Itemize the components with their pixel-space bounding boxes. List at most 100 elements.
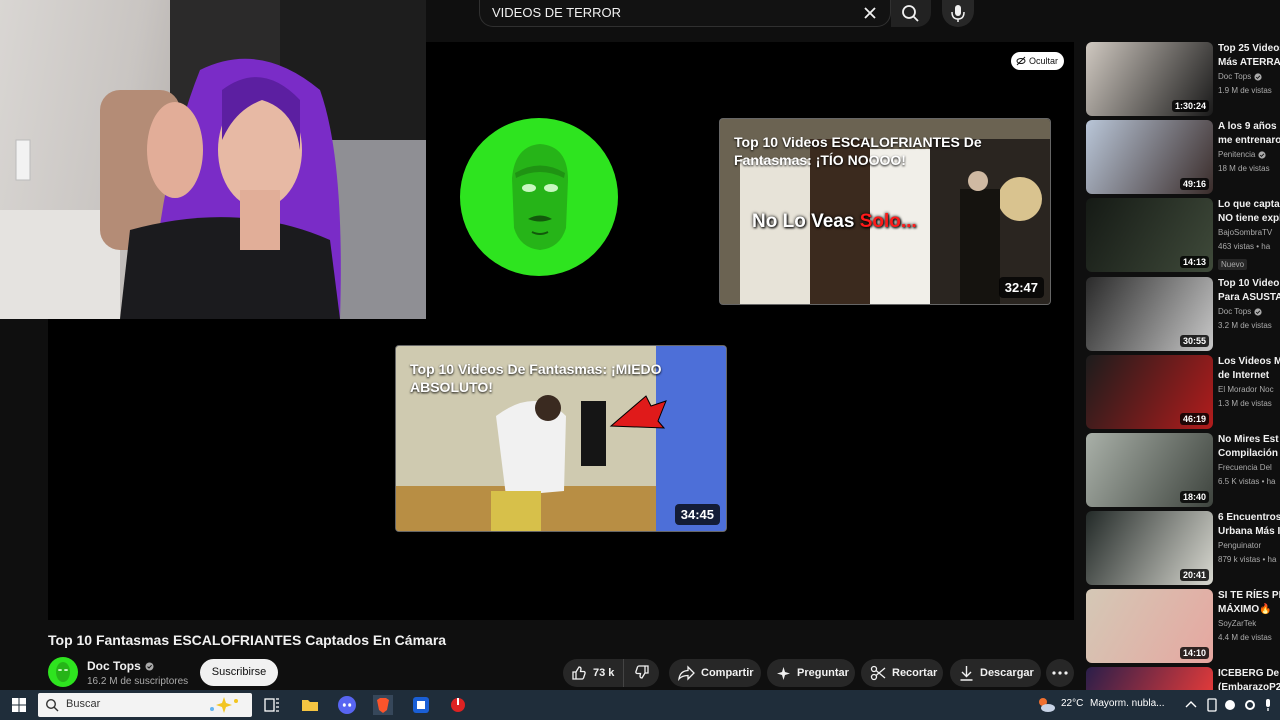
recommended-title-line-1[interactable]: Los Videos M: [1218, 355, 1280, 369]
recommended-title-line-2[interactable]: Más ATERRA: [1218, 56, 1280, 70]
recommended-thumbnail[interactable]: 14:13: [1086, 198, 1213, 272]
clear-search-icon[interactable]: [862, 4, 878, 22]
more-actions-button[interactable]: [1046, 659, 1074, 687]
app-blue-icon[interactable]: [411, 695, 431, 715]
recommended-channel[interactable]: Penguinator: [1218, 539, 1280, 553]
taskbar-search[interactable]: Buscar: [38, 693, 252, 717]
recommended-views: 879 k vistas • ha: [1218, 555, 1277, 564]
more-horizontal-icon: [1052, 671, 1068, 675]
recommended-title-line-2[interactable]: me entrenaro: [1218, 134, 1280, 148]
recommended-channel[interactable]: Frecuencia Del: [1218, 461, 1280, 475]
verified-icon: [1254, 308, 1262, 316]
recommended-title-line-1[interactable]: A los 9 años: [1218, 120, 1280, 134]
recommended-thumbnail[interactable]: 49:16: [1086, 120, 1213, 194]
tray-mic-icon[interactable]: [1258, 695, 1278, 715]
screen: VIDEOS DE TERROR Top 10 Videos ESCALOFRI…: [0, 0, 1280, 720]
search-button[interactable]: [891, 0, 931, 27]
temperature: 22°C: [1061, 698, 1084, 709]
recommended-title-line-2[interactable]: de Internet: [1218, 369, 1280, 383]
recommended-video[interactable]: 1:30:24 Top 25 Videos Más ATERRA Doc Tops 1.…: [1086, 42, 1280, 116]
recommended-thumbnail[interactable]: 46:19: [1086, 355, 1213, 429]
weather-icon[interactable]: [1036, 695, 1056, 715]
clip-button[interactable]: Recortar: [861, 659, 943, 687]
recommended-channel[interactable]: Doc Tops: [1218, 70, 1280, 84]
subscribe-button[interactable]: Suscribirse: [200, 659, 278, 686]
webcam-overlay: [0, 0, 426, 319]
tray-app-icon[interactable]: [1202, 695, 1222, 715]
task-view-icon[interactable]: [262, 695, 282, 715]
recommended-video[interactable]: 20:41 6 Encuentros Urbana Más I Penguinator…: [1086, 511, 1280, 585]
brave-browser-icon[interactable]: [373, 695, 393, 715]
recommended-channel[interactable]: BajoSombraTV: [1218, 226, 1280, 240]
dislike-button[interactable]: [624, 664, 650, 683]
channel-avatar[interactable]: [48, 657, 78, 687]
recommended-title-line-1[interactable]: Top 25 Videos: [1218, 42, 1280, 56]
search-icon: [45, 698, 59, 712]
recommended-video[interactable]: 14:13 Lo que capta NO tiene expl BajoSombra…: [1086, 198, 1280, 272]
discord-icon[interactable]: [337, 695, 357, 715]
recommended-channel[interactable]: Doc Tops: [1218, 305, 1280, 319]
hide-end-cards-button[interactable]: Ocultar: [1011, 52, 1065, 70]
recommended-thumbnail[interactable]: 30:55: [1086, 277, 1213, 351]
end-card-title: Top 10 Videos De Fantasmas: ¡MIEDO ABSOL…: [410, 361, 662, 395]
recommended-thumbnail[interactable]: 1:30:24: [1086, 42, 1213, 116]
voice-search-button[interactable]: [942, 0, 974, 27]
recommended-video[interactable]: 46:19 Los Videos Mde Internet El Morador N…: [1086, 355, 1280, 429]
sparkle-icon: [777, 666, 790, 680]
recommended-title-line-2[interactable]: Para ASUSTA: [1218, 291, 1280, 305]
recommended-title-line-1[interactable]: ICEBERG De A: [1218, 667, 1280, 681]
recommended-channel[interactable]: SoyZarTek: [1218, 617, 1280, 631]
recommended-video[interactable]: 14:10 SI TE RÍES PI MÁXIMO🔥 SoyZarTek 4.4 M …: [1086, 589, 1280, 663]
file-explorer-icon[interactable]: [300, 695, 320, 715]
thumbs-up-icon: [572, 666, 586, 680]
recommended-thumbnail[interactable]: 20:41: [1086, 511, 1213, 585]
tray-settings-icon[interactable]: [1240, 695, 1260, 715]
recommended-title-line-2[interactable]: NO tiene expl: [1218, 212, 1280, 226]
recommended-channel[interactable]: Penitencia: [1218, 148, 1280, 162]
end-card-duration: 34:45: [674, 504, 720, 525]
recommended-thumbnail[interactable]: [1086, 667, 1213, 690]
search-input[interactable]: VIDEOS DE TERROR: [492, 5, 621, 20]
search-bar[interactable]: VIDEOS DE TERROR: [479, 0, 891, 27]
recommended-views: 6.5 K vistas • ha: [1218, 477, 1276, 486]
recommended-video[interactable]: ICEBERG De A(EmbarazoP2: [1086, 667, 1280, 693]
recommended-video[interactable]: 49:16 A los 9 años me entrenaro Penitencia 1…: [1086, 120, 1280, 194]
windows-start-icon[interactable]: [9, 695, 29, 715]
tray-chevron-up-icon[interactable]: [1181, 695, 1201, 715]
recommended-title-line-1[interactable]: SI TE RÍES PI: [1218, 589, 1280, 603]
recommended-title-line-1[interactable]: Lo que capta: [1218, 198, 1280, 212]
channel-name[interactable]: Doc Tops: [87, 659, 154, 673]
ask-button[interactable]: Preguntar: [767, 659, 855, 687]
like-button[interactable]: 73 k: [563, 659, 624, 687]
recommended-title-line-2[interactable]: Urbana Más I: [1218, 525, 1280, 539]
hide-label: Ocultar: [1029, 56, 1059, 66]
recommended-video[interactable]: 30:55 Top 10 Video Para ASUSTA Doc Tops 3.2 …: [1086, 277, 1280, 351]
recommended-video[interactable]: 18:40 No Mires Est Compilación Frecuencia D…: [1086, 433, 1280, 507]
recommended-title-line-1[interactable]: No Mires Est: [1218, 433, 1280, 447]
recommended-views: 1.9 M de vistas: [1218, 86, 1272, 95]
recommended-info: No Mires Est Compilación Frecuencia Del 6.5…: [1218, 433, 1280, 489]
end-card-video-1[interactable]: Top 10 Videos ESCALOFRIANTES De Fantasma…: [719, 118, 1051, 305]
recommended-title-line-2[interactable]: Compilación: [1218, 447, 1280, 461]
recommended-views: 1.3 M de vistas: [1218, 399, 1272, 408]
download-button[interactable]: Descargar: [950, 659, 1041, 687]
end-card-video-2[interactable]: Top 10 Videos De Fantasmas: ¡MIEDO ABSOL…: [395, 345, 727, 532]
recommended-info: Top 10 Video Para ASUSTA Doc Tops 3.2 M de …: [1218, 277, 1280, 333]
scissors-icon: [870, 665, 886, 681]
recommended-channel[interactable]: El Morador Noc: [1218, 383, 1280, 397]
tray-network-icon[interactable]: [1220, 695, 1240, 715]
recommended-title-line-1[interactable]: Top 10 Video: [1218, 277, 1280, 291]
verified-icon: [145, 662, 154, 670]
recommended-views: 18 M de vistas: [1218, 164, 1270, 173]
subscriber-count: 16.2 M de suscriptores: [87, 676, 189, 687]
channel-end-screen-logo[interactable]: [460, 118, 618, 276]
recommended-title-line-1[interactable]: 6 Encuentros: [1218, 511, 1280, 525]
recommended-views: 3.2 M de vistas: [1218, 321, 1272, 330]
app-red-icon[interactable]: [448, 695, 468, 715]
recommended-title-line-2[interactable]: MÁXIMO🔥: [1218, 603, 1280, 617]
recommended-thumbnail[interactable]: 18:40: [1086, 433, 1213, 507]
share-icon: [678, 665, 695, 681]
recommended-thumbnail[interactable]: 14:10: [1086, 589, 1213, 663]
share-button[interactable]: Compartir: [669, 659, 761, 687]
eye-off-icon: [1016, 56, 1026, 66]
